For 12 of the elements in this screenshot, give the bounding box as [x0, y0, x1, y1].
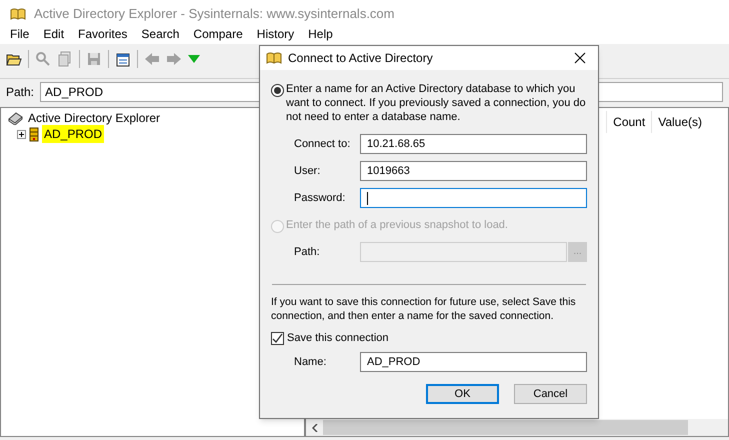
path-label: Path: [6, 84, 34, 101]
window-title: Active Directory Explorer - Sysinternals: www.sysinternals.com [34, 4, 394, 23]
radio-label: Enter a name for an Active Directory database to which you want to connect. If you previously saved a connection, you do not need to enter a database name. [286, 82, 587, 124]
field-label: User: [294, 164, 322, 178]
save-instructions: If you want to save this connection for future use, select Save this connection, and then enter a name for the saved connection. [271, 295, 577, 323]
dialog-title: Connect to Active Directory [288, 50, 434, 67]
checkbox-label: Save this connection [287, 331, 389, 345]
radio-label: Enter the path of a previous snapshot to load. [286, 218, 508, 232]
field-label: Connect to: [294, 137, 352, 151]
field-label: Path: [294, 245, 321, 259]
field-label: Name: [294, 355, 328, 369]
field-label: Password: [294, 191, 346, 205]
